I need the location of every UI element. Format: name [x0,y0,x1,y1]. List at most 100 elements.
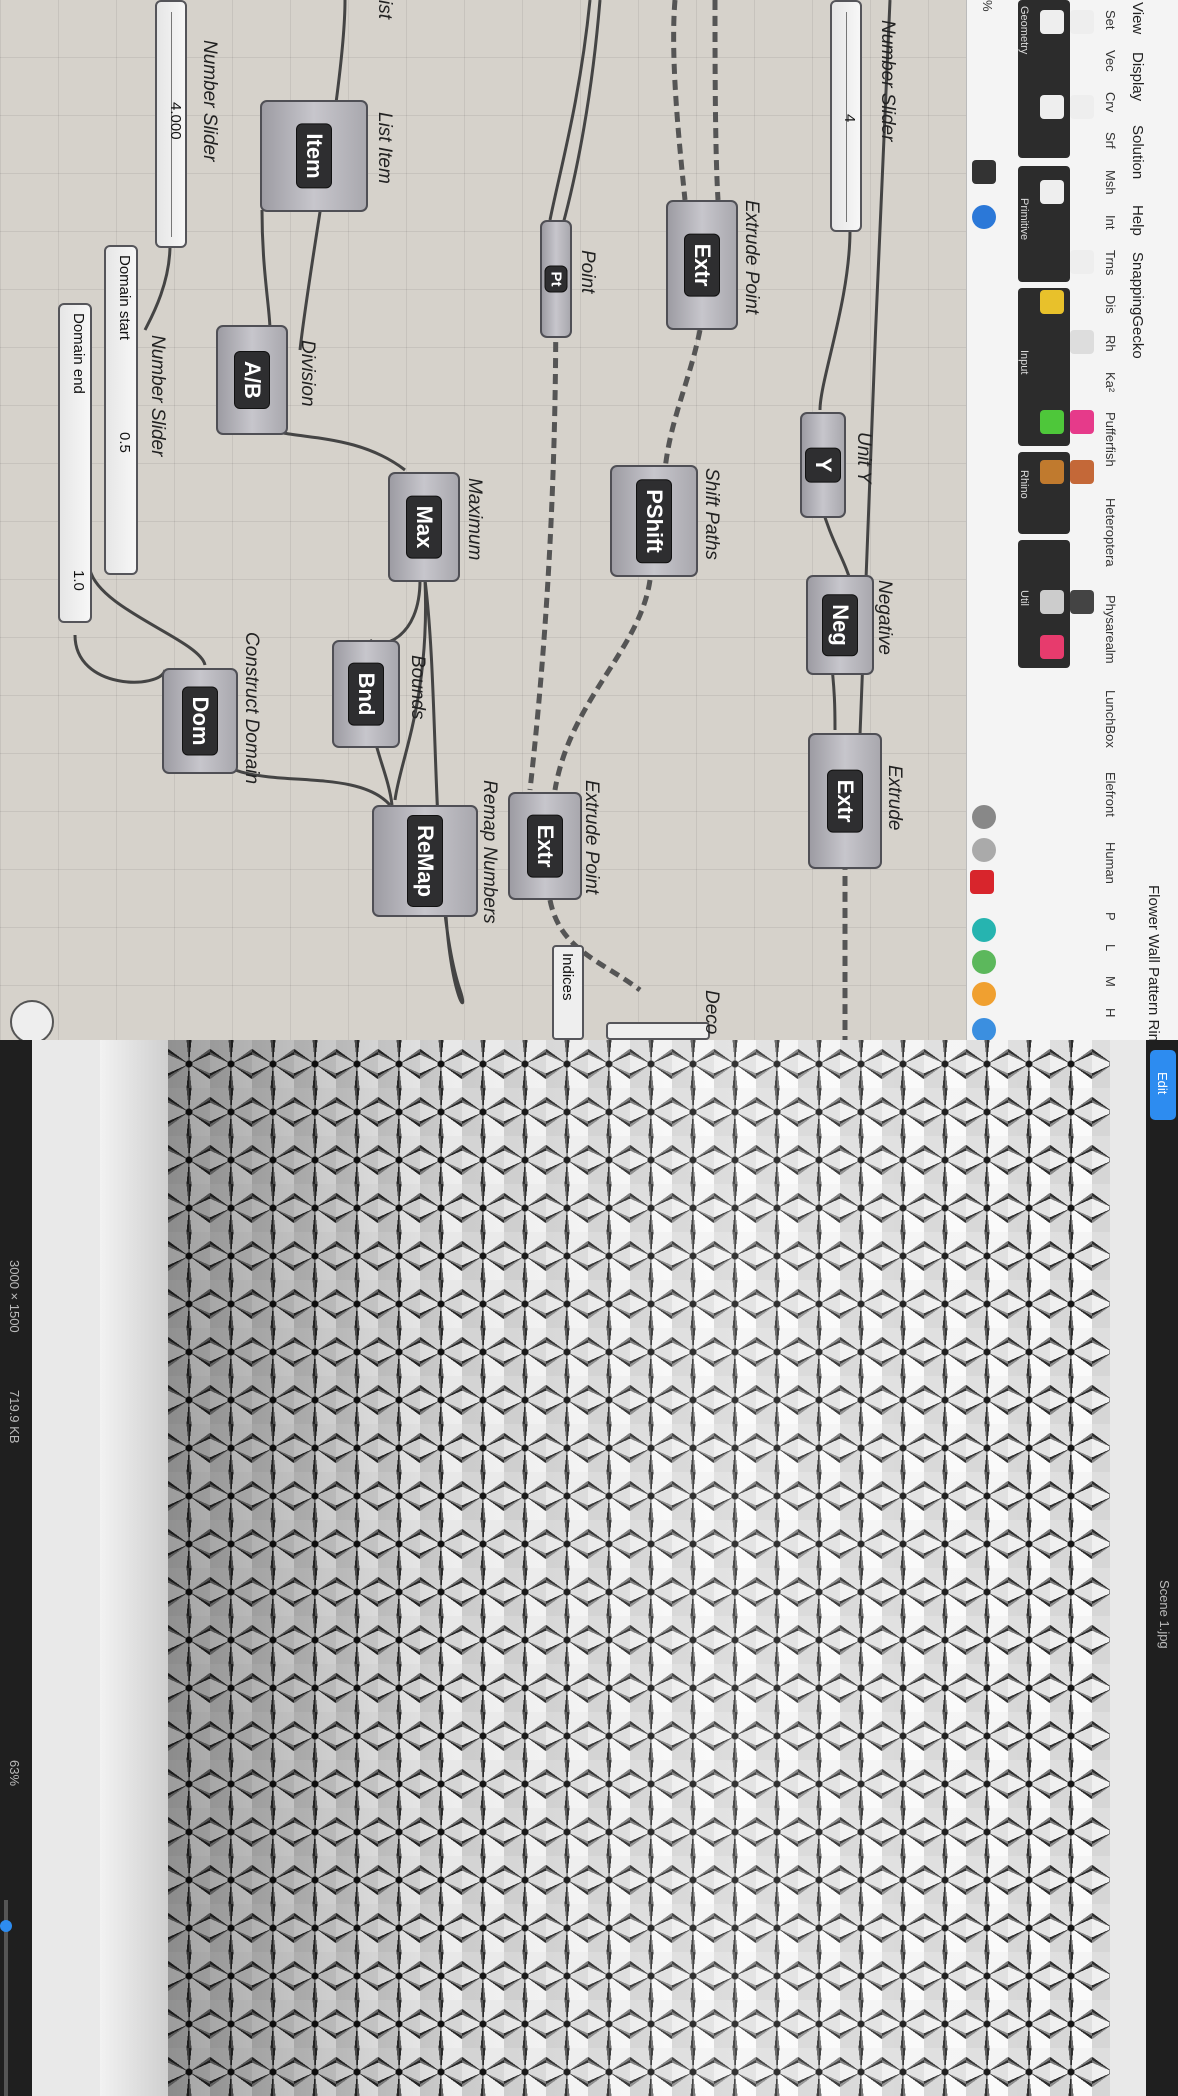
wire [143,244,172,331]
bake-icon[interactable] [1040,460,1064,484]
tab-msh[interactable]: Msh [1103,170,1118,195]
wire [662,329,703,471]
color-icon[interactable] [1070,410,1094,434]
shape-icon[interactable] [1040,10,1064,34]
tab-heteroptera[interactable]: Heteroptera [1103,498,1118,567]
image-filesize: 719.9 KB [7,1390,22,1444]
tab-m[interactable]: M [1103,976,1118,987]
magnet-icon[interactable] [1040,635,1064,659]
material-icon[interactable] [972,918,996,942]
wire [73,634,167,684]
slider-icon[interactable] [1040,290,1064,314]
tab-srf[interactable]: Srf [1103,132,1118,149]
component-label: Shift Paths [701,468,722,560]
tab-trns[interactable]: Trns [1103,250,1118,276]
division-component[interactable]: A/B [216,325,288,435]
indices-panel[interactable]: Indices [552,945,584,1040]
zoom-level[interactable]: 63% [7,1760,22,1786]
wire [423,579,465,1005]
tab-p[interactable]: P [1103,912,1118,921]
edit-button-label: Edit [1155,1072,1170,1095]
tab-lunchbox[interactable]: LunchBox [1103,690,1118,748]
number-slider-top-right[interactable]: 4 [830,0,862,232]
primitive-icon[interactable] [1070,250,1094,274]
tab-physarealm[interactable]: Physarealm [1103,595,1118,664]
component-label: Bounds [407,655,428,720]
component-label: Point [577,250,598,294]
point-component[interactable]: Pt [540,220,572,338]
tab-crv[interactable]: Crv [1103,92,1118,112]
shape-icon[interactable] [1070,95,1094,119]
tab-vec[interactable]: Vec [1103,50,1118,72]
deconstruct-component-partial[interactable] [606,1022,710,1040]
navigation-compass-icon[interactable] [10,1000,54,1040]
menu-view[interactable]: View [1129,2,1146,34]
reference-icon[interactable] [1070,460,1094,484]
shape-icon[interactable] [1040,95,1064,119]
tab-l[interactable]: L [1103,944,1118,951]
slider-value: 1.0 [70,570,87,591]
shape-icon[interactable] [1070,10,1094,34]
tab-int[interactable]: Int [1103,215,1118,229]
tab-ka2[interactable]: Ka² [1103,372,1118,392]
shift-paths-component[interactable]: PShift [610,465,698,577]
component-label: Extrude Point [581,780,602,895]
number-slider-domain-start[interactable]: Domain start 0.5 [104,245,138,575]
wireframe-preview-icon[interactable] [972,805,996,829]
extrude-point-component-top[interactable]: Extr [666,200,738,330]
tab-set[interactable]: Set [1103,10,1118,30]
wire [552,579,653,791]
zoom-slider-thumb[interactable] [0,1920,12,1932]
maximum-component[interactable]: Max [388,472,460,582]
tab-h[interactable]: H [1103,1008,1118,1017]
wall-edge [100,1040,168,2096]
bounds-component[interactable]: Bnd [332,640,400,748]
list-item-component[interactable]: Item [260,100,368,212]
arrow-down-icon[interactable] [1070,590,1094,614]
search-icon[interactable] [972,160,996,184]
slider-value: 4 [841,114,858,123]
preview-eye-icon[interactable] [972,205,996,229]
number-slider-top-left[interactable]: 4.000 [155,0,187,248]
menu-snappinggecko[interactable]: SnappingGecko [1129,252,1146,359]
number-slider-domain-end[interactable]: Domain end 1.0 [58,303,92,623]
extrude-point-component-bottom[interactable]: Extr [508,792,582,900]
image-dimensions: 3000 × 1500 [7,1260,22,1333]
panel-icon[interactable] [1040,410,1064,434]
material-icon[interactable] [972,982,996,1006]
toggle-icon[interactable] [1070,330,1094,354]
material-icon[interactable] [972,1018,996,1042]
arrow-up-icon[interactable] [1040,590,1064,614]
wire [88,569,207,666]
component-label: Construct Domain [241,632,262,785]
menu-help[interactable]: Help [1129,205,1146,236]
shaded-preview-icon[interactable] [972,838,996,862]
tab-elefront[interactable]: Elefront [1103,772,1118,817]
window-title: Flower Wall Pattern Rin [1145,885,1162,1042]
component-core: Extr [527,814,563,878]
wire [671,0,688,201]
group-label: Geometry [1018,6,1030,55]
wire [260,209,272,331]
menu-solution[interactable]: Solution [1129,125,1146,179]
render-shading [168,1040,1110,2096]
negative-component[interactable]: Neg [806,575,874,675]
grasshopper-canvas[interactable]: 4.000 Number Slider Domain start 0.5 Num… [0,0,966,1040]
tab-human[interactable]: Human [1103,842,1118,884]
primitive-icon[interactable] [1040,180,1064,204]
tab-pufferfish[interactable]: Pufferfish [1103,412,1118,467]
material-icon[interactable] [972,950,996,974]
remap-numbers-component[interactable]: ReMap [372,805,478,917]
construct-domain-component[interactable]: Dom [162,668,238,774]
wire [818,229,852,411]
partial-label: Deco [701,990,722,1035]
tab-rh[interactable]: Rh [1103,335,1118,352]
extrude-component[interactable]: Extr [808,733,882,869]
menu-display[interactable]: Display [1129,52,1146,101]
unit-y-component[interactable]: Y [800,412,846,518]
component-label: List Item [374,112,395,184]
edit-button[interactable]: Edit [1150,1050,1176,1120]
tab-dis[interactable]: Dis [1103,295,1118,314]
component-label: Remap Numbers [479,780,500,924]
selected-preview-icon[interactable] [970,870,994,894]
